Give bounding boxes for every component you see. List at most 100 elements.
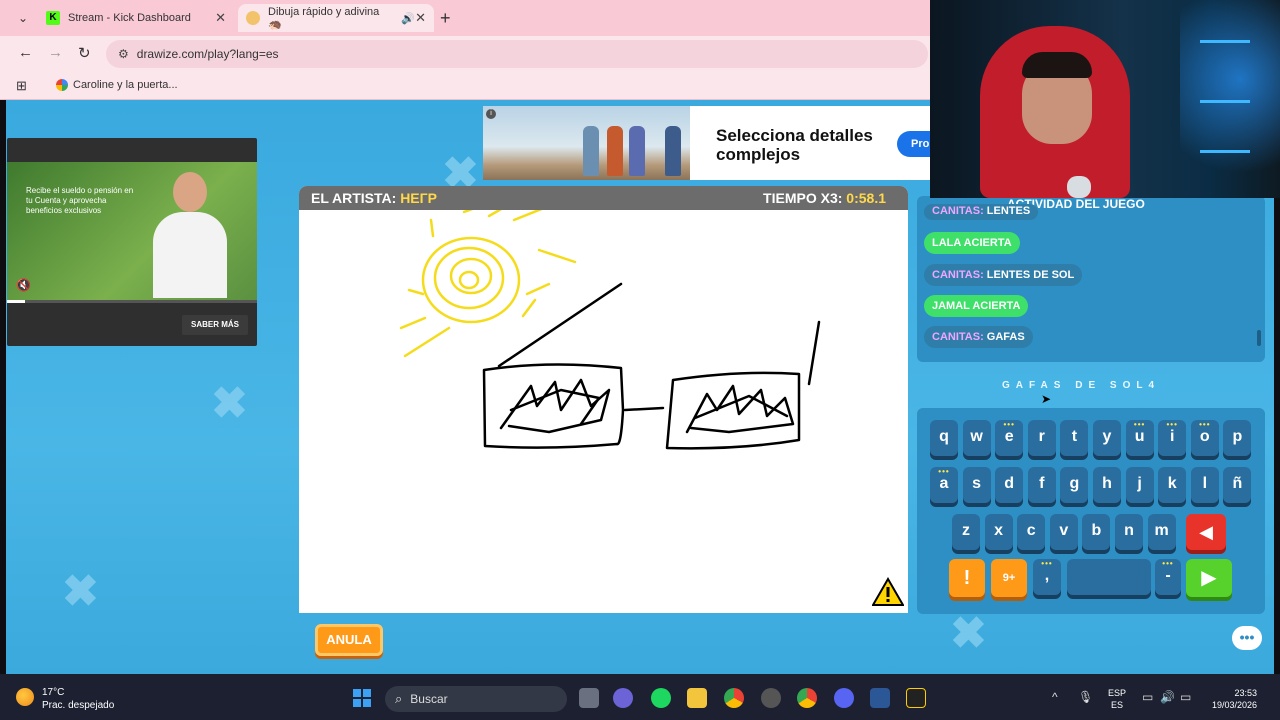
file-explorer-icon[interactable] [687, 688, 707, 708]
guess-text: GAFAS [986, 331, 1025, 343]
key-d[interactable]: d [995, 467, 1024, 503]
site-info-icon[interactable]: ⚙ [118, 47, 129, 61]
key-v[interactable]: v [1049, 514, 1078, 550]
mouse-cursor-icon: ➤ [1041, 392, 1052, 406]
tab-kick-dashboard[interactable]: K Stream - Kick Dashboard ✕ [38, 4, 234, 32]
key-b[interactable]: b [1082, 514, 1111, 550]
banner-ad[interactable]: i Selecciona detalles complejos Pro [483, 106, 930, 180]
teams-icon[interactable] [613, 688, 633, 708]
key-i[interactable]: ••• i [1158, 420, 1187, 456]
taskbar-search[interactable]: ⌕ Buscar [385, 686, 567, 712]
ad-person-image [145, 168, 235, 298]
word-hint: GAFAS DE SOL4 [1002, 380, 1161, 391]
app-icon[interactable] [906, 688, 926, 708]
task-view-icon[interactable] [579, 688, 599, 708]
report-warning-icon[interactable] [872, 577, 904, 607]
timer: TIEMPO X3: 0:58.1 [763, 190, 886, 206]
key-e[interactable]: ••• e [995, 420, 1024, 456]
guesser-name: CANITAS: [932, 269, 984, 281]
bookmarks-bar: ⊞ Caroline y la puerta... [0, 72, 930, 100]
key-g[interactable]: g [1060, 467, 1089, 503]
windows-start-icon[interactable] [353, 689, 371, 707]
key-s[interactable]: s [962, 467, 991, 503]
tab-search-button[interactable]: ⌄ [12, 8, 34, 28]
key-r[interactable]: r [1027, 420, 1056, 456]
chat-bubble-icon[interactable]: ••• [1232, 626, 1262, 650]
activity-scrollbar[interactable] [1257, 330, 1261, 346]
discord-icon[interactable] [834, 688, 854, 708]
tab-drawize[interactable]: Dibuja rápido y adivina 🦔 🔊 ✕ [238, 4, 434, 32]
spotify-icon[interactable] [651, 688, 671, 708]
video-ad-text: Recibe el sueldo o pensión en tu Cuenta … [26, 186, 134, 215]
key-a[interactable]: ••• a [930, 467, 958, 503]
bookmark-item[interactable]: Caroline y la puerta... [56, 79, 178, 91]
key-c[interactable]: c [1017, 514, 1046, 550]
mute-icon[interactable]: 🔇 [16, 278, 31, 292]
volume-icon[interactable]: 🔊 [1160, 690, 1175, 704]
address-bar-row: ← → ↻ ⚙ drawize.com/play?lang=es [0, 36, 930, 72]
space-key[interactable] [1067, 559, 1151, 595]
key-n[interactable]: n [1115, 514, 1143, 550]
new-tab-icon[interactable]: + [440, 8, 451, 29]
drawing-canvas[interactable] [299, 210, 908, 613]
language-indicator[interactable]: ESP ES [1108, 687, 1126, 711]
key-l[interactable]: l [1190, 467, 1219, 503]
artist-label: EL ARTISTA: [311, 190, 397, 206]
weather-sun-icon[interactable] [16, 688, 34, 706]
word-icon[interactable] [870, 688, 890, 708]
key-ñ[interactable]: ñ [1223, 467, 1252, 503]
network-icon[interactable]: ▭ [1142, 690, 1153, 704]
key-t[interactable]: t [1060, 420, 1089, 456]
key-f[interactable]: f [1027, 467, 1056, 503]
url-field[interactable]: ⚙ drawize.com/play?lang=es [106, 40, 928, 68]
activity-item: CANITAS: GAFAS [924, 326, 1033, 348]
key-m[interactable]: m [1147, 514, 1176, 550]
ad-info-icon[interactable]: i [486, 109, 496, 119]
banner-ad-photo [483, 106, 690, 180]
video-progress-bar[interactable] [7, 300, 257, 303]
enter-key[interactable]: ▶ [1186, 559, 1232, 597]
activity-panel: ACTIVIDAD DEL JUEGO CANITAS: LENTES LALA… [917, 196, 1265, 362]
speaker-icon[interactable]: 🔊 [401, 12, 415, 25]
timer-value: 0:58.1 [846, 190, 886, 206]
comma-key[interactable]: •••, [1033, 559, 1061, 595]
search-placeholder: Buscar [410, 692, 448, 706]
tab-title: Stream - Kick Dashboard [68, 12, 191, 24]
banner-ad-button[interactable]: Pro [897, 131, 930, 157]
chrome-active-icon[interactable] [797, 688, 817, 708]
clock[interactable]: 23:53 19/03/2026 [1212, 687, 1257, 711]
key-k[interactable]: k [1158, 467, 1187, 503]
back-arrow-icon[interactable]: ← [18, 44, 33, 61]
date: 19/03/2026 [1212, 700, 1258, 710]
key-q[interactable]: q [930, 420, 958, 456]
undo-button[interactable]: ANULA [315, 624, 383, 656]
reload-icon[interactable]: ↻ [78, 44, 91, 62]
guess-text: LENTES DE SOL [986, 269, 1075, 281]
key-o[interactable]: ••• o [1190, 420, 1219, 456]
microphone-icon[interactable]: 🎙 [1078, 690, 1093, 704]
artist-info: EL ARTISTA: НЕГР [311, 190, 437, 206]
saber-mas-button[interactable]: SABER MÁS [182, 315, 248, 335]
hint-key[interactable]: ! [949, 559, 985, 597]
key-h[interactable]: h [1093, 467, 1121, 503]
bomb-key[interactable]: 9+ [991, 559, 1027, 597]
key-p[interactable]: p [1223, 420, 1252, 456]
obs-icon[interactable] [761, 688, 781, 708]
key-x[interactable]: x [984, 514, 1013, 550]
backspace-key[interactable]: ◀ [1186, 514, 1226, 550]
bookmark-label: Caroline y la puerta... [73, 79, 178, 91]
key-u[interactable]: ••• u [1125, 420, 1154, 456]
close-tab-icon[interactable]: ✕ [415, 10, 426, 26]
key-j[interactable]: j [1125, 467, 1154, 503]
battery-icon[interactable]: ▭ [1180, 690, 1191, 704]
apps-grid-icon[interactable]: ⊞ [16, 78, 27, 94]
key-y[interactable]: y [1093, 420, 1121, 456]
dash-key[interactable]: ••• - [1155, 559, 1181, 595]
weather-widget[interactable]: 17°C Prac. despejado [42, 686, 114, 712]
close-tab-icon[interactable]: ✕ [215, 10, 226, 26]
forward-arrow-icon[interactable]: → [48, 44, 63, 61]
key-z[interactable]: z [952, 514, 980, 550]
chrome-icon[interactable] [724, 688, 744, 708]
chevron-up-icon[interactable]: ^ [1052, 690, 1058, 704]
key-w[interactable]: w [962, 420, 991, 456]
